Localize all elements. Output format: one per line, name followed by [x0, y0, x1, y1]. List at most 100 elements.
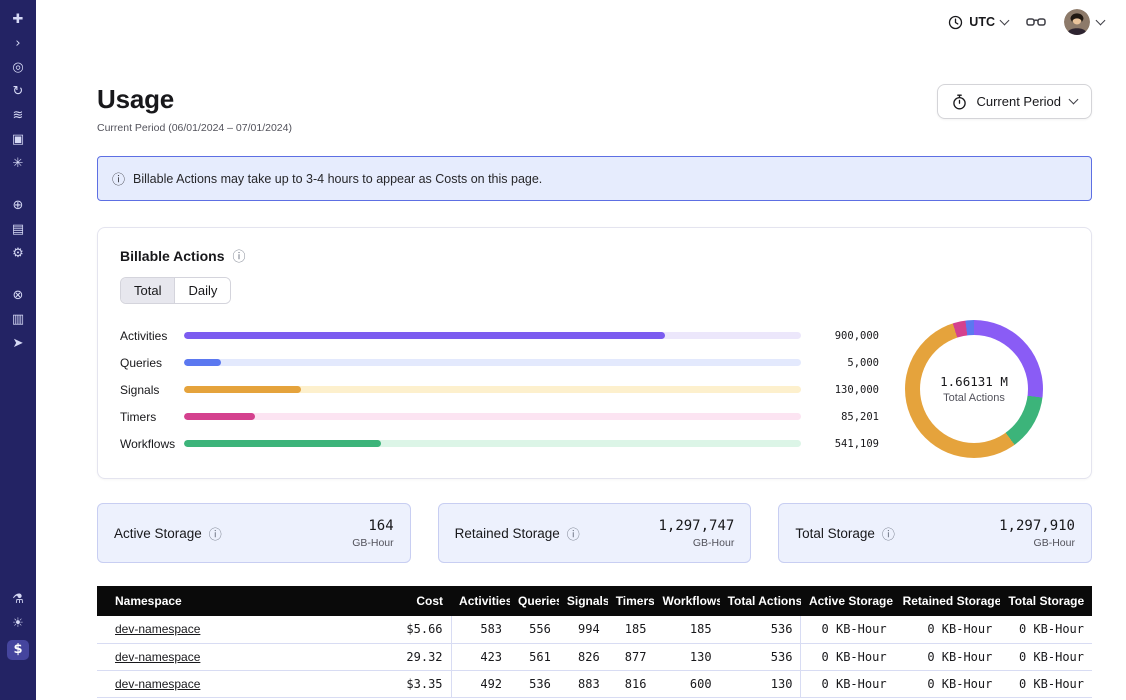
- main-area: UTC Usage Current Period (06/01/2024 – 0…: [36, 0, 1126, 700]
- bar-track: [184, 359, 801, 366]
- target-circle-icon[interactable]: ◎: [7, 60, 29, 76]
- sidebar-group: ✚ › ◎ ↻ ≋ ▣ ✳: [7, 12, 29, 172]
- info-icon[interactable]: ⓘ: [882, 524, 895, 543]
- sidebar-group: ⊗ ▥ ➤: [7, 288, 29, 352]
- storage-card-label: Total Storage ⓘ: [795, 524, 895, 543]
- storage-value: 164: [352, 518, 393, 534]
- bar-row: Timers85,201: [120, 407, 879, 426]
- namespace-link[interactable]: dev-namespace: [115, 677, 200, 691]
- bar-row: Workflows541,109: [120, 434, 879, 453]
- storage-label-text: Total Storage: [795, 526, 875, 541]
- table-cell: 816: [608, 670, 655, 697]
- sun-icon[interactable]: ☀: [7, 616, 29, 632]
- table-cell: dev-namespace: [97, 643, 353, 670]
- bar-label: Signals: [120, 383, 184, 397]
- table-cell: 994: [559, 616, 608, 643]
- table-cell: 600: [654, 670, 719, 697]
- table-cell: 423: [451, 643, 510, 670]
- info-banner: ⓘ Billable Actions may take up to 3-4 ho…: [97, 156, 1092, 201]
- app: ✚ › ◎ ↻ ≋ ▣ ✳ ⊕ ▤ ⚙ ⊗ ▥ ➤ ⚗ ☀ $ UTC: [0, 0, 1126, 700]
- dollar-icon[interactable]: $: [7, 640, 29, 660]
- bar-chart: Activities900,000Queries5,000Signals130,…: [120, 320, 879, 458]
- info-icon[interactable]: ⓘ: [567, 524, 580, 543]
- storage-card: Active Storageⓘ164GB-Hour: [97, 503, 411, 563]
- cube-icon[interactable]: ▣: [7, 132, 29, 148]
- column-header: Signals: [559, 586, 608, 616]
- column-header: Queries: [510, 586, 559, 616]
- bar-track: [184, 413, 801, 420]
- usage-page: Usage Current Period (06/01/2024 – 07/01…: [36, 44, 1126, 700]
- flask-icon[interactable]: ⚗: [7, 592, 29, 608]
- layers-icon[interactable]: ≋: [7, 108, 29, 124]
- storage-card-value: 1,297,910 GB-Hour: [999, 518, 1075, 549]
- circle-cross-icon[interactable]: ⊗: [7, 288, 29, 304]
- bar-track: [184, 386, 801, 393]
- timezone-label: UTC: [969, 15, 995, 29]
- table-cell: 0 KB-Hour: [1000, 670, 1092, 697]
- asterisk-icon[interactable]: ✳: [7, 156, 29, 172]
- billable-actions-card: Billable Actions ⓘ TotalDaily Activities…: [97, 227, 1092, 479]
- bar-value: 5,000: [801, 357, 879, 369]
- period-button-label: Current Period: [976, 94, 1061, 109]
- table-cell: dev-namespace: [97, 670, 353, 697]
- donut-center: 1.66131 M Total Actions: [905, 320, 1043, 458]
- page-title: Usage: [97, 84, 292, 115]
- bar-fill: [184, 386, 301, 393]
- bar-value: 130,000: [801, 384, 879, 396]
- bar-label: Queries: [120, 356, 184, 370]
- table-cell: 826: [559, 643, 608, 670]
- timezone-selector[interactable]: UTC: [948, 15, 1008, 30]
- table-cell: 130: [654, 643, 719, 670]
- billing-card-icon[interactable]: ▤: [7, 222, 29, 238]
- temporal-logo[interactable]: ✚: [7, 12, 29, 28]
- sidebar-group: ⊕ ▤ ⚙: [7, 198, 29, 262]
- column-header: Activities: [451, 586, 510, 616]
- storage-unit: GB-Hour: [999, 537, 1075, 549]
- info-icon[interactable]: ⓘ: [209, 524, 222, 543]
- globe-icon[interactable]: ⊕: [7, 198, 29, 214]
- bar-value: 85,201: [801, 411, 879, 423]
- bar-value: 541,109: [801, 438, 879, 450]
- rocket-icon[interactable]: ➤: [7, 336, 29, 352]
- user-menu[interactable]: [1064, 9, 1104, 35]
- table-cell: 556: [510, 616, 559, 643]
- tab-total[interactable]: Total: [121, 278, 174, 303]
- period-selector-button[interactable]: Current Period: [937, 84, 1092, 119]
- sidebar-group: ⚗ ☀ $: [7, 592, 29, 660]
- storage-unit: GB-Hour: [658, 537, 734, 549]
- glasses-button[interactable]: [1026, 16, 1046, 28]
- storage-cards: Active Storageⓘ 164 GB-Hour Retained Storag…: [97, 503, 1092, 563]
- card-title: Billable Actions: [120, 248, 225, 264]
- table-cell: 185: [654, 616, 719, 643]
- collapse-chevron-icon[interactable]: ›: [7, 36, 29, 52]
- storage-card-label: Retained Storageⓘ: [455, 524, 580, 543]
- column-header: Cost: [353, 586, 451, 616]
- storage-card-label: Active Storageⓘ: [114, 524, 222, 543]
- column-header: Timers: [608, 586, 655, 616]
- history-icon[interactable]: ↻: [7, 84, 29, 100]
- storage-value: 1,297,910: [999, 518, 1075, 534]
- topbar: UTC: [36, 0, 1126, 44]
- stopwatch-icon: [952, 94, 967, 110]
- table-cell: 883: [559, 670, 608, 697]
- card-title-row: Billable Actions ⓘ: [120, 246, 1069, 265]
- info-icon[interactable]: ⓘ: [233, 246, 246, 265]
- table-row: dev-namespace29.324235618268771305360 KB…: [97, 643, 1092, 670]
- page-header: Usage Current Period (06/01/2024 – 07/01…: [97, 84, 1092, 134]
- sidebar: ✚ › ◎ ↻ ≋ ▣ ✳ ⊕ ▤ ⚙ ⊗ ▥ ➤ ⚗ ☀ $: [0, 0, 36, 700]
- bar-fill: [184, 332, 665, 339]
- namespace-link[interactable]: dev-namespace: [115, 650, 200, 664]
- page-subtitle: Current Period (06/01/2024 – 07/01/2024): [97, 122, 292, 134]
- namespace-link[interactable]: dev-namespace: [115, 622, 200, 636]
- gear-icon[interactable]: ⚙: [7, 246, 29, 262]
- bar-fill: [184, 359, 221, 366]
- table-cell: dev-namespace: [97, 616, 353, 643]
- bar-fill: [184, 413, 255, 420]
- total-actions-label: Total Actions: [943, 392, 1005, 404]
- docs-icon[interactable]: ▥: [7, 312, 29, 328]
- donut-ring: 1.66131 M Total Actions: [905, 320, 1043, 458]
- total-actions-value: 1.66131 M: [940, 374, 1008, 389]
- bar-row: Queries 5,000: [120, 353, 879, 372]
- tab-daily[interactable]: Daily: [174, 278, 230, 303]
- table-cell: 0 KB-Hour: [895, 643, 1001, 670]
